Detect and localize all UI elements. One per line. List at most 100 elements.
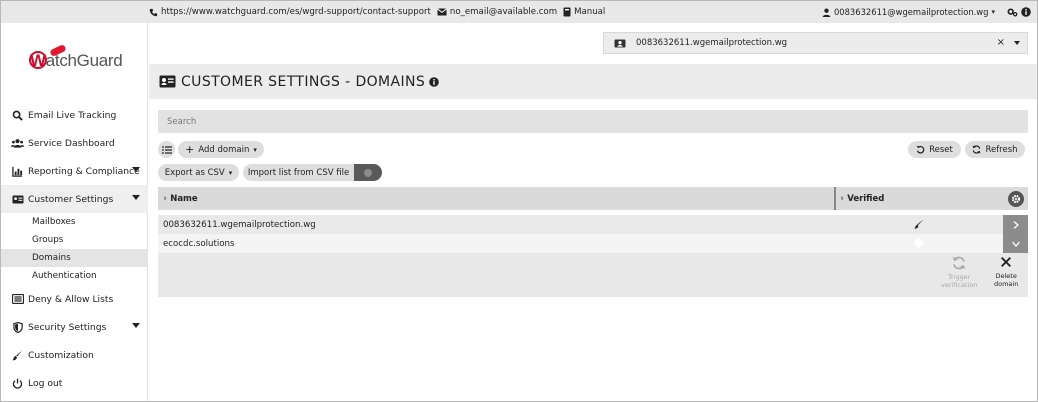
info-icon[interactable] [1021,7,1031,17]
domain-name: ecocdc.solutions [163,238,235,249]
plus-icon: + [185,143,195,156]
phone-icon [149,8,158,17]
chevron-down-icon[interactable] [132,167,140,172]
import-csv-label: Import list from CSV file [247,167,350,178]
refresh-button[interactable]: Refresh [965,141,1025,158]
sidebar-subitem-domains[interactable]: Domains [1,249,148,267]
unverified-icon [914,238,924,248]
settings-info-group [1007,7,1031,17]
user-icon [822,8,831,17]
reset-button[interactable]: Reset [908,141,961,158]
page-title: CUSTOMER SETTINGS - DOMAINS [181,73,426,90]
upload-indicator-icon [364,168,372,177]
sort-icon: ⬍ [163,195,168,202]
logo-text: WatchGuard [30,51,123,70]
manual-link[interactable]: Manual [563,7,605,17]
refresh-label: Refresh [985,144,1018,155]
export-csv-button[interactable]: Export as CSV ▾ [158,164,239,181]
account-selector-value: 0083632611.wgemailprotection.wg [636,38,788,48]
add-domain-button[interactable]: + Add domain ▾ [178,141,264,158]
column-settings-button[interactable] [1008,191,1024,207]
book-icon [563,7,571,17]
search-icon [11,109,24,122]
sidebar-item-label: Log out [28,377,63,389]
chevron-down-icon[interactable] [132,195,140,200]
chevron-down-icon [1011,241,1020,247]
chevron-down-icon: ▾ [228,168,233,177]
delete-label-line2: domain [994,280,1019,288]
column-header-verified[interactable]: ⬍ Verified [840,187,884,210]
verified-icon [914,219,924,229]
chevron-down-icon[interactable] [132,323,140,328]
user-menu[interactable]: 0083632611@wgemailprotection.wg ▾ [822,7,995,17]
search-input[interactable]: Search [158,110,1028,133]
domains-table: ⬍ Name ⬍ Verified 0083632611.wgemailprot… [158,187,1028,297]
gears-icon[interactable] [1007,7,1018,17]
undo-icon [916,145,925,154]
sidebar-item-label: Deny & Allow Lists [28,293,114,305]
sidebar-item-label: Service Dashboard [28,137,115,149]
refresh-icon [972,145,981,154]
table-header: ⬍ Name ⬍ Verified [158,187,1028,210]
sidebar-item-log-out[interactable]: Log out [1,369,148,397]
trigger-label-line1: Trigger [948,273,971,281]
list-icon [11,293,24,306]
support-url: https://www.watchguard.com/es/wgrd-suppo… [161,7,431,17]
shield-icon [11,321,24,334]
sidebar-item-label: Email Live Tracking [28,109,117,121]
delete-domain-button[interactable]: Delete domain [994,256,1018,288]
manual-text: Manual [574,7,606,17]
sidebar-item-security-settings[interactable]: Security Settings [1,313,148,341]
chevron-down-icon: ▾ [253,145,257,154]
sidebar-item-service-dashboard[interactable]: Service Dashboard [1,129,148,157]
watchguard-logo[interactable]: WatchGuard [27,43,127,76]
support-link[interactable]: https://www.watchguard.com/es/wgrd-suppo… [149,7,431,17]
power-icon [11,377,24,390]
top-bar: https://www.watchguard.com/es/wgrd-suppo… [1,1,1037,23]
sidebar-item-label: Security Settings [28,321,107,333]
sidebar-subitem-groups[interactable]: Groups [1,231,148,249]
list-view-button[interactable] [158,141,175,158]
chevron-down-icon[interactable] [1014,41,1020,45]
chevron-right-icon [1013,220,1019,229]
refresh-icon [952,256,966,270]
email-link[interactable]: no_email@available.com [437,7,557,17]
sidebar-nav: Email Live Tracking Service Dashboard Re… [1,101,148,397]
account-selector[interactable]: 0083632611.wgemailprotection.wg × [603,32,1028,54]
id-card-icon [11,193,24,206]
sidebar-item-label: Customization [28,349,94,361]
list-icon [161,145,172,154]
table-row[interactable]: 0083632611.wgemailprotection.wg [158,215,1028,234]
sidebar-item-customer-settings[interactable]: Customer Settings [1,185,148,213]
page-header: CUSTOMER SETTINGS - DOMAINS [149,64,1037,99]
sidebar-item-reporting-compliance[interactable]: Reporting & Compliance [1,157,148,185]
top-right: 0083632611@wgemailprotection.wg ▾ [822,1,1031,23]
chevron-down-icon: ▾ [991,8,995,16]
import-upload-toggle[interactable] [354,164,382,181]
delete-label-line1: Delete [995,272,1017,280]
sidebar: WatchGuard Email Live Tracking Service D… [1,23,148,401]
chart-icon [11,165,24,178]
top-links: https://www.watchguard.com/es/wgrd-suppo… [149,1,605,23]
info-icon[interactable] [429,76,440,87]
sidebar-item-customization[interactable]: Customization [1,341,148,369]
row-actions-panel: Trigger verification Delete domain [158,253,1028,297]
column-header-name[interactable]: ⬍ Name [163,187,198,210]
table-row[interactable]: ecocdc.solutions [158,234,1028,253]
row-expand-button[interactable] [1003,215,1028,234]
sidebar-item-email-live-tracking[interactable]: Email Live Tracking [1,101,148,129]
close-icon [1000,256,1012,268]
column-resizer[interactable] [834,187,836,210]
close-icon[interactable]: × [997,37,1005,48]
row-collapse-button[interactable] [1003,234,1028,253]
trigger-label-line2: verification [941,281,978,289]
id-card-icon [159,75,176,88]
sidebar-item-deny-allow-lists[interactable]: Deny & Allow Lists [1,285,148,313]
add-domain-label: Add domain [198,144,250,155]
reset-label: Reset [929,144,953,155]
domain-name: 0083632611.wgemailprotection.wg [163,219,316,230]
trigger-verification-button[interactable]: Trigger verification [941,256,977,289]
sidebar-subitem-authentication[interactable]: Authentication [1,267,148,285]
gear-icon [1011,194,1021,204]
sidebar-subitem-mailboxes[interactable]: Mailboxes [1,213,148,231]
